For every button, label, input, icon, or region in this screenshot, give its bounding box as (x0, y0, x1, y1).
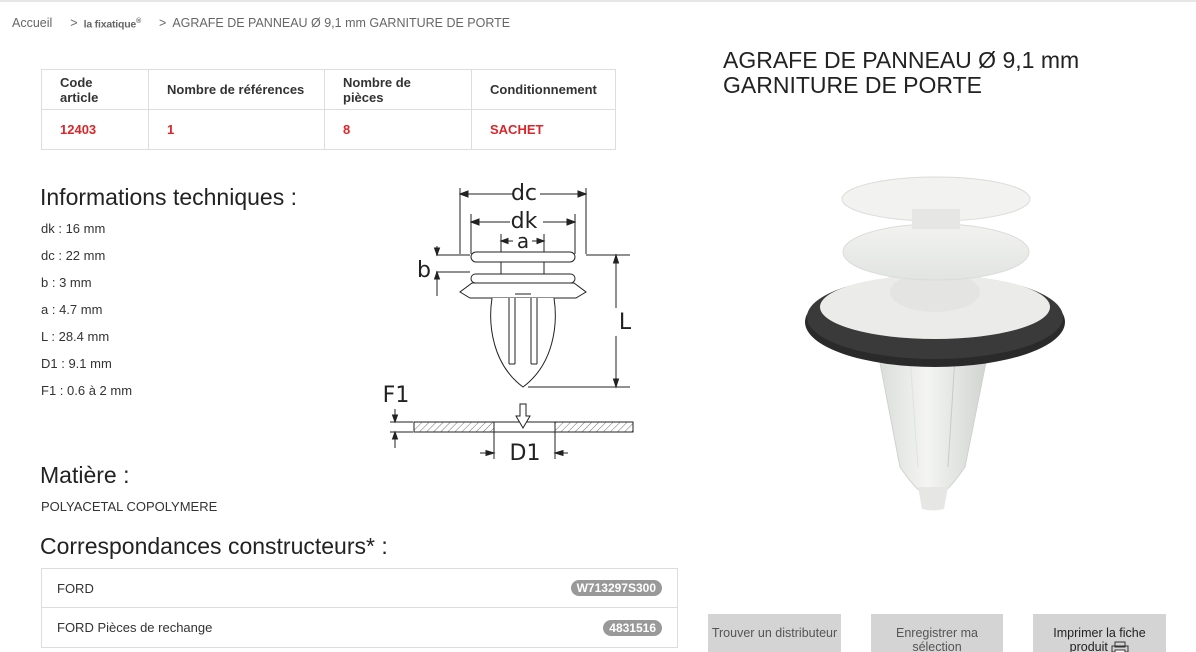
reference-badge: W713297S300 (570, 580, 662, 596)
brand-mark: ® (136, 17, 142, 25)
tech-info-item: D1 : 9.1 mm (41, 356, 112, 371)
tech-info-item: F1 : 0.6 à 2 mm (41, 383, 133, 398)
technical-diagram: dc dk a b L F1 D1 (383, 181, 634, 466)
product-title: AGRAFE DE PANNEAU Ø 9,1 mm GARNITURE DE … (723, 47, 1080, 98)
brand-name: la fixatique (83, 18, 137, 30)
label-L: L (619, 310, 632, 335)
save-selection-button[interactable]: Enregistrer ma sélection (871, 614, 1003, 652)
spec-table: Code article Nombre de références Nombre… (41, 69, 616, 150)
tech-info-item: a : 4.7 mm (41, 302, 103, 317)
spec-header-references: Nombre de références (148, 69, 325, 110)
print-sheet-button[interactable]: Imprimer la fiche produit (1033, 614, 1166, 652)
spec-value-packaging: SACHET (471, 109, 616, 150)
spec-header-code: Code article (41, 69, 149, 110)
breadcrumb-current: AGRAFE DE PANNEAU Ø 9,1 mm GARNITURE DE … (172, 16, 511, 30)
spec-header-pieces: Nombre de pièces (324, 69, 472, 110)
breadcrumb: Accueil > la fixatique® > AGRAFE DE PANN… (12, 16, 510, 30)
list-item: FORD W713297S300 (42, 569, 677, 608)
correspondences-title: Correspondances constructeurs* : (40, 533, 388, 559)
list-item: FORD Pièces de rechange 4831516 (42, 608, 677, 647)
spec-header-packaging: Conditionnement (471, 69, 616, 110)
tech-info-item: L : 28.4 mm (41, 329, 110, 344)
material-value: POLYACETAL COPOLYMERE (41, 499, 218, 514)
maker-name: FORD (57, 580, 94, 596)
tech-info-item: dk : 16 mm (41, 221, 106, 236)
tech-info-title: Informations techniques : (40, 184, 297, 210)
tech-info-item: dc : 22 mm (41, 248, 106, 263)
breadcrumb-separator: > (70, 16, 78, 30)
breadcrumb-home-link[interactable]: Accueil (12, 16, 52, 30)
tech-info-item: b : 3 mm (41, 275, 92, 290)
tech-info-list: dk : 16 mm dc : 22 mm b : 3 mm a : 4.7 m… (41, 220, 132, 409)
spec-table-header-row: Code article Nombre de références Nombre… (41, 69, 616, 110)
spec-value-code: 12403 (41, 109, 149, 150)
label-D1: D1 (510, 441, 541, 466)
label-dc: dc (511, 181, 537, 206)
label-b: b (417, 258, 431, 283)
label-F1: F1 (383, 383, 410, 408)
reference-badge: 4831516 (603, 619, 662, 636)
label-a: a (517, 229, 529, 253)
find-distributor-button[interactable]: Trouver un distributeur (708, 614, 841, 652)
breadcrumb-separator: > (159, 16, 167, 30)
product-image (805, 176, 1065, 511)
correspondences-list: FORD W713297S300 FORD Pièces de rechange… (41, 568, 678, 648)
material-title: Matière : (40, 462, 130, 488)
printer-icon (1111, 641, 1129, 652)
maker-name: FORD Pièces de rechange (57, 620, 213, 635)
spec-table-value-row: 12403 1 8 SACHET (41, 109, 616, 150)
spec-value-pieces: 8 (324, 109, 472, 150)
print-sheet-label: Imprimer la fiche produit (1053, 626, 1146, 652)
spec-value-references: 1 (148, 109, 325, 150)
breadcrumb-brand-link[interactable]: la fixatique® (83, 17, 142, 31)
